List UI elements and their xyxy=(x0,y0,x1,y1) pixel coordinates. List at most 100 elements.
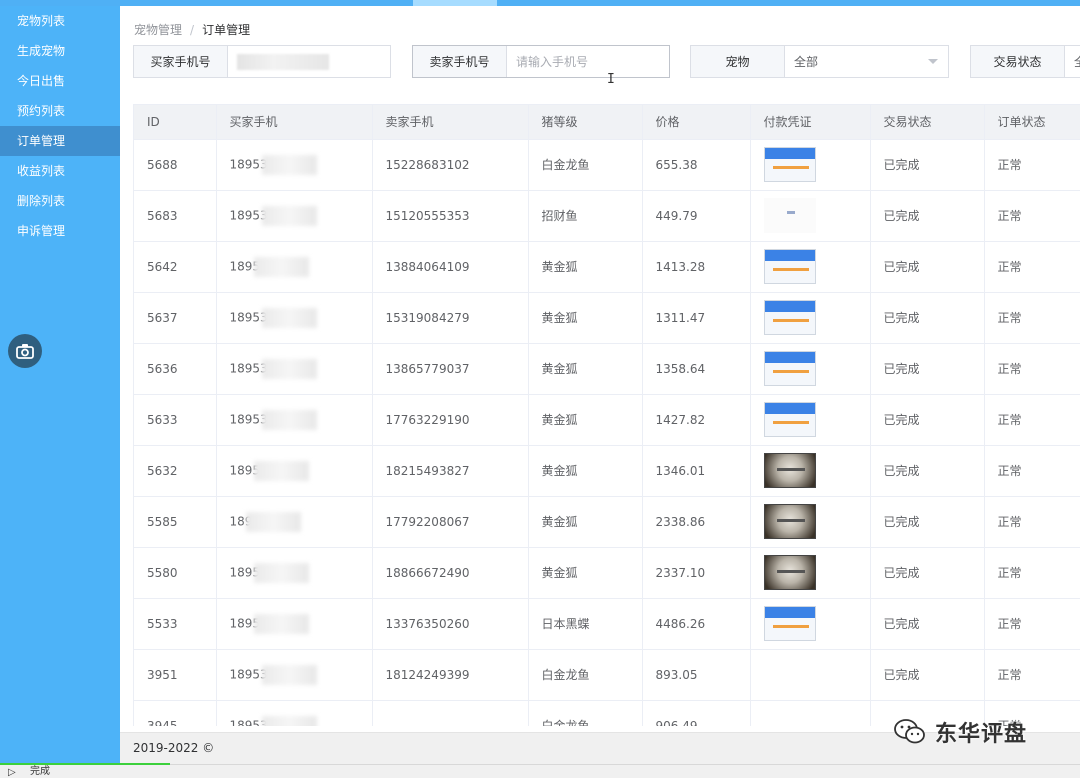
table-row[interactable]: 5688 18953 15228683102 白金龙鱼 655.38 已完成 正常 xyxy=(134,139,1080,191)
cell-receipt xyxy=(750,394,871,446)
sidebar-item-0[interactable]: 宠物列表 xyxy=(0,6,120,36)
receipt-thumbnail[interactable] xyxy=(763,351,816,386)
table-row[interactable]: 5533 1895 13376350260 日本黑蝶 4486.26 已完成 正常 xyxy=(134,598,1080,650)
cell-order-status: 正常 xyxy=(984,547,1080,599)
table-row[interactable]: 3951 18953 18124249399 白金龙鱼 893.05 已完成 正常 xyxy=(134,649,1080,701)
table-row[interactable]: 5580 1895 18866672490 黄金狐 2337.10 已完成 正常 xyxy=(134,547,1080,599)
redacted-phone xyxy=(261,154,317,175)
cell-order-status: 正常 xyxy=(984,292,1080,344)
pet-label: 宠物 xyxy=(691,46,785,77)
receipt-thumbnail[interactable] xyxy=(763,555,816,590)
buyer-phone-input[interactable] xyxy=(228,46,390,77)
sidebar-item-7[interactable]: 申诉管理 xyxy=(0,216,120,246)
play-icon[interactable]: ▷ xyxy=(8,766,16,779)
receipt-thumbnail[interactable] xyxy=(763,606,816,641)
cell-seller-phone xyxy=(372,700,529,726)
cell-price: 655.38 xyxy=(642,139,751,191)
sidebar-item-5[interactable]: 收益列表 xyxy=(0,156,120,186)
receipt-thumbnail[interactable] xyxy=(763,504,816,539)
sidebar-item-1[interactable]: 生成宠物 xyxy=(0,36,120,66)
cell-level: 白金龙鱼 xyxy=(528,139,643,191)
cell-price: 449.79 xyxy=(642,190,751,242)
cell-trade-status: 已完成 xyxy=(870,649,985,701)
cell-trade-status: 已完成 xyxy=(870,547,985,599)
cell-receipt xyxy=(750,547,871,599)
cell-buyer-phone: 1895 xyxy=(216,547,373,599)
cell-price: 2337.10 xyxy=(642,547,751,599)
cell-id: 5580 xyxy=(134,547,217,599)
cell-buyer-phone: 1895 xyxy=(216,445,373,497)
table-row[interactable]: 5585 189 17792208067 黄金狐 2338.86 已完成 正常 xyxy=(134,496,1080,548)
cell-seller-phone: 15319084279 xyxy=(372,292,529,344)
breadcrumb-current: 订单管理 xyxy=(202,23,251,37)
sidebar-item-3[interactable]: 预约列表 xyxy=(0,96,120,126)
cell-level: 黄金狐 xyxy=(528,394,643,446)
orders-table-container[interactable]: ID 买家手机 卖家手机 猪等级 价格 付款凭证 交易状态 订单状态 5688 18953 152… xyxy=(133,104,1080,726)
breadcrumb-parent[interactable]: 宠物管理 xyxy=(134,23,182,37)
column-header-5[interactable]: 付款凭证 xyxy=(750,105,871,140)
seller-phone-filter: 卖家手机号 请输入手机号 xyxy=(412,45,670,78)
sidebar-item-6[interactable]: 删除列表 xyxy=(0,186,120,216)
column-header-3[interactable]: 猪等级 xyxy=(528,105,643,140)
cell-id: 5642 xyxy=(134,241,217,293)
cell-level: 黄金狐 xyxy=(528,547,643,599)
cell-receipt xyxy=(750,496,871,548)
receipt-thumbnail[interactable] xyxy=(763,249,816,284)
cell-price: 1358.64 xyxy=(642,343,751,395)
redacted-phone xyxy=(246,511,302,532)
redacted-phone xyxy=(254,613,310,634)
cell-receipt xyxy=(750,241,871,293)
table-row[interactable]: 5642 1895 13884064109 黄金狐 1413.28 已完成 正常 xyxy=(134,241,1080,293)
cell-seller-phone: 15120555353 xyxy=(372,190,529,242)
watermark-text: 东华评盘 xyxy=(935,722,1028,747)
cell-trade-status: 已完成 xyxy=(870,496,985,548)
column-header-0[interactable]: ID xyxy=(134,105,217,140)
text-cursor-icon: I xyxy=(607,72,615,87)
receipt-thumbnail[interactable] xyxy=(763,198,816,233)
breadcrumb-separator: / xyxy=(190,23,195,37)
sidebar-item-4[interactable]: 订单管理 xyxy=(0,126,120,156)
cell-seller-phone: 18215493827 xyxy=(372,445,529,497)
receipt-thumbnail[interactable] xyxy=(763,402,816,437)
pet-filter: 宠物 全部 xyxy=(690,45,949,78)
cell-id: 5636 xyxy=(134,343,217,395)
column-header-2[interactable]: 卖家手机 xyxy=(372,105,529,140)
cell-trade-status: 已完成 xyxy=(870,292,985,344)
sidebar-item-2[interactable]: 今日出售 xyxy=(0,66,120,96)
receipt-thumbnail[interactable] xyxy=(763,300,816,335)
cell-buyer-phone: 18953 xyxy=(216,343,373,395)
seller-phone-input[interactable]: 请输入手机号 xyxy=(507,46,669,77)
pet-select-value: 全部 xyxy=(794,55,819,69)
cell-trade-status: 已完成 xyxy=(870,445,985,497)
column-header-7[interactable]: 订单状态 xyxy=(984,105,1080,140)
table-row[interactable]: 5633 18953 17763229190 黄金狐 1427.82 已完成 正常 xyxy=(134,394,1080,446)
cell-price: 1413.28 xyxy=(642,241,751,293)
column-header-1[interactable]: 买家手机 xyxy=(216,105,373,140)
trade-status-select[interactable]: 全 xyxy=(1065,46,1080,77)
table-row[interactable]: 5637 18953 15319084279 黄金狐 1311.47 已完成 正常 xyxy=(134,292,1080,344)
cell-seller-phone: 13884064109 xyxy=(372,241,529,293)
pet-select[interactable]: 全部 xyxy=(785,46,948,77)
cell-buyer-phone: 18953 xyxy=(216,649,373,701)
receipt-thumbnail[interactable] xyxy=(763,147,816,182)
cell-receipt xyxy=(750,649,871,701)
orders-table: ID 买家手机 卖家手机 猪等级 价格 付款凭证 交易状态 订单状态 5688 18953 152… xyxy=(134,105,1080,726)
camera-button[interactable] xyxy=(8,334,42,368)
column-header-4[interactable]: 价格 xyxy=(642,105,751,140)
column-header-6[interactable]: 交易状态 xyxy=(870,105,985,140)
cell-buyer-phone: 18953 xyxy=(216,292,373,344)
table-row[interactable]: 5636 18953 13865779037 黄金狐 1358.64 已完成 正常 xyxy=(134,343,1080,395)
cell-trade-status: 已完成 xyxy=(870,139,985,191)
table-row[interactable]: 5683 18953 15120555353 招财鱼 449.79 已完成 正常 xyxy=(134,190,1080,242)
cell-receipt xyxy=(750,139,871,191)
sidebar-menu: 宠物列表 生成宠物 今日出售 预约列表 订单管理 收益列表 删除列表 申诉管理 xyxy=(0,6,120,246)
cell-id: 5633 xyxy=(134,394,217,446)
cell-receipt xyxy=(750,700,871,726)
table-row[interactable]: 5632 1895 18215493827 黄金狐 1346.01 已完成 正常 xyxy=(134,445,1080,497)
cell-level: 黄金狐 xyxy=(528,496,643,548)
redacted-phone xyxy=(261,664,317,685)
receipt-thumbnail[interactable] xyxy=(763,453,816,488)
redacted-phone xyxy=(254,460,310,481)
redacted-phone xyxy=(261,358,317,379)
cell-receipt xyxy=(750,343,871,395)
